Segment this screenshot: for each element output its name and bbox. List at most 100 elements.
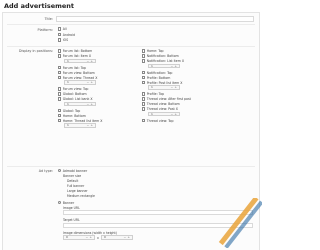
separator xyxy=(7,24,255,25)
ad-type-banner-label: Banner xyxy=(62,200,75,205)
checkbox-box xyxy=(142,59,146,63)
position-checkbox[interactable]: Thread view: After first post xyxy=(142,97,191,101)
position-checkbox-label: Home: Top xyxy=(146,49,164,53)
dimension-height-value: 0 xyxy=(104,235,106,240)
minus-icon[interactable]: − xyxy=(86,80,89,84)
minus-icon[interactable]: − xyxy=(86,102,89,106)
plus-icon[interactable]: + xyxy=(90,80,93,84)
position-checkbox[interactable]: Profile: Post list item X xyxy=(142,81,182,85)
position-checkbox[interactable]: Profile: Bottom xyxy=(142,76,170,80)
position-checkbox[interactable]: Global: List bank X xyxy=(58,97,93,101)
position-checkbox[interactable]: Global: Bottom xyxy=(58,92,87,96)
platform-checkbox-android-label: Android xyxy=(62,32,76,37)
checkbox-box xyxy=(58,65,62,70)
position-checkbox[interactable]: Forum list: Bottom xyxy=(58,49,92,53)
checkbox-box xyxy=(142,92,146,96)
position-checkbox[interactable]: Forum list: Top xyxy=(58,66,86,70)
stepper-value: 1 xyxy=(151,63,153,68)
stepper-value: 1 xyxy=(67,123,69,128)
position-checkbox[interactable]: Forum view: Thread X xyxy=(58,76,97,80)
position-stepper[interactable]: 1 − + xyxy=(64,80,96,85)
position-checkbox-label: Thread view: Top xyxy=(146,118,174,123)
platform-checkbox-ios-label: iOS xyxy=(62,38,69,42)
display-positions-label: Display in positions: xyxy=(18,49,53,53)
position-checkbox[interactable]: Home: Thread list item X xyxy=(58,119,102,123)
plus-icon[interactable]: + xyxy=(127,235,130,239)
position-checkbox[interactable]: Notification: Top xyxy=(142,71,172,75)
position-checkbox[interactable]: Forum list: Item X xyxy=(58,54,91,58)
position-checkbox[interactable]: Forum view: Bottom xyxy=(58,71,95,75)
minus-icon[interactable]: − xyxy=(86,123,89,127)
plus-icon[interactable]: + xyxy=(90,59,93,63)
position-checkbox[interactable]: Home: Bottom xyxy=(58,114,86,118)
checkbox-box xyxy=(142,70,146,75)
banner-size-option[interactable]: Default xyxy=(67,179,78,183)
position-checkbox[interactable]: Forum view: Top xyxy=(58,87,88,91)
position-checkbox-label: Forum view: Top xyxy=(62,87,89,91)
position-checkbox[interactable]: Thread view: Bottom xyxy=(142,102,180,106)
separator xyxy=(7,46,255,47)
checkbox-box xyxy=(58,75,62,80)
position-checkbox-label: Forum list: Bottom xyxy=(62,49,93,53)
position-checkbox-label: Profile: Top xyxy=(146,92,165,96)
position-stepper[interactable]: 1 − + xyxy=(64,58,96,64)
plus-icon[interactable]: + xyxy=(174,64,177,68)
minus-icon[interactable]: − xyxy=(170,112,173,116)
plus-icon[interactable]: + xyxy=(174,85,177,89)
position-stepper[interactable]: 1 − + xyxy=(148,63,180,69)
platform-checkbox-ios[interactable]: iOS xyxy=(58,38,68,42)
minus-icon[interactable]: − xyxy=(170,85,173,89)
checkbox-box xyxy=(58,118,62,123)
image-dimensions-label: Image dimensions (width x height) xyxy=(63,230,117,235)
ad-type-banner-radio[interactable]: Banner xyxy=(58,201,74,205)
position-checkbox[interactable]: Notification: Bottom xyxy=(142,54,179,58)
platform-checkbox-all[interactable]: All xyxy=(58,27,67,31)
position-checkbox[interactable]: Thread view: Top xyxy=(142,119,173,123)
dimension-width-stepper[interactable]: 0 − + xyxy=(63,235,95,240)
ad-type-admob-label: AdmobI banner xyxy=(62,168,88,173)
checkbox-box xyxy=(142,54,146,58)
minus-icon[interactable]: − xyxy=(123,235,126,239)
banner-size-option[interactable]: Large banner xyxy=(67,189,88,193)
position-checkbox[interactable]: Profile: Top xyxy=(142,92,164,96)
checkbox-box xyxy=(58,113,62,118)
banner-size-option[interactable]: Medium rectangle xyxy=(67,194,95,198)
plus-icon[interactable]: + xyxy=(90,102,93,106)
position-checkbox-label: Profile: Post list item X xyxy=(146,80,183,85)
position-checkbox[interactable]: Notification: List item X xyxy=(142,59,184,63)
stepper-value: 1 xyxy=(151,85,153,90)
position-checkbox-label: Notification: Bottom xyxy=(146,54,179,58)
position-checkbox-label: Notification: List item X xyxy=(146,59,185,63)
plus-icon[interactable]: + xyxy=(90,123,93,127)
banner-size-label: Banner size xyxy=(63,173,82,178)
checkbox-box xyxy=(58,38,62,42)
dimension-height-stepper[interactable]: 0 − + xyxy=(101,235,133,240)
minus-icon[interactable]: − xyxy=(85,235,88,239)
separator xyxy=(7,166,255,167)
position-stepper[interactable]: 1 − + xyxy=(64,123,96,128)
position-stepper[interactable]: 1 − + xyxy=(148,111,180,117)
position-checkbox-label: Forum view: Bottom xyxy=(62,70,95,75)
position-checkbox[interactable]: Home: Top xyxy=(142,49,164,53)
checkbox-box xyxy=(142,80,146,85)
position-stepper[interactable]: 1 − + xyxy=(148,85,180,90)
ad-type-label: Ad type: xyxy=(38,169,53,173)
plus-icon[interactable]: + xyxy=(89,235,92,239)
position-checkbox[interactable]: Thread view: Post X xyxy=(142,107,178,111)
title-input[interactable] xyxy=(56,15,254,22)
ad-type-admob-radio[interactable]: AdmobI banner xyxy=(58,169,87,173)
checkbox-box xyxy=(58,32,62,37)
minus-icon[interactable]: − xyxy=(86,59,89,63)
position-checkbox-label: Home: Bottom xyxy=(62,113,86,118)
checkbox-box xyxy=(58,27,62,31)
minus-icon[interactable]: − xyxy=(170,64,173,68)
plus-icon[interactable]: + xyxy=(174,112,177,116)
position-checkbox-label: Thread view: Bottom xyxy=(146,102,180,106)
platform-checkbox-android[interactable]: Android xyxy=(58,33,75,37)
platform-label: Platform: xyxy=(37,27,53,32)
position-checkbox[interactable]: Global: Top xyxy=(58,109,80,113)
banner-size-option[interactable]: Full banner xyxy=(67,184,84,188)
position-stepper[interactable]: 1 − + xyxy=(64,101,96,107)
checkbox-box xyxy=(58,108,62,113)
checkbox-box xyxy=(142,102,146,106)
